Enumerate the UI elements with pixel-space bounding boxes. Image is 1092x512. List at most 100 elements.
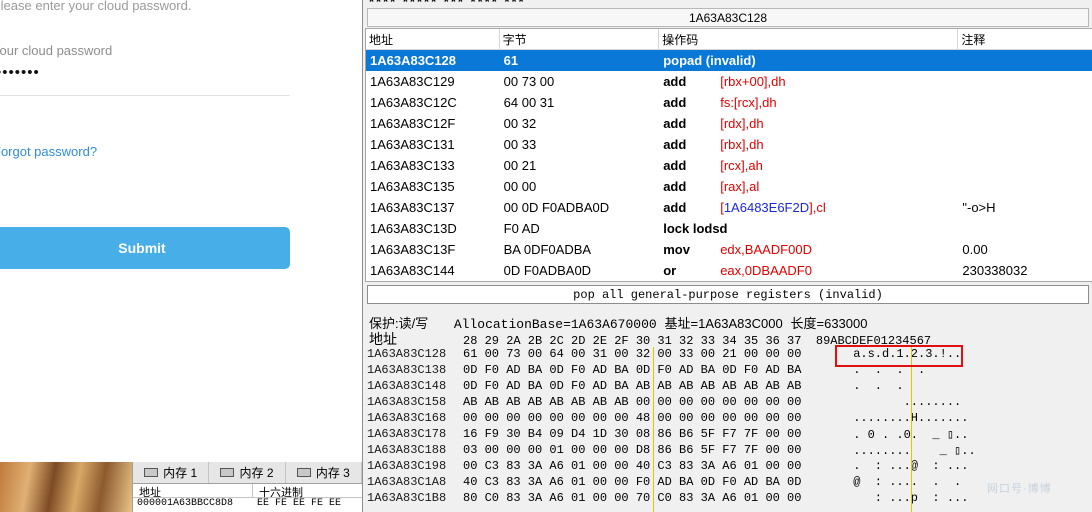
disasm-comment: 0.00 [962, 242, 988, 257]
dump-row[interactable]: 1A63A83C168 00 00 00 00 00 00 00 00 48 00… [367, 411, 996, 427]
disasm-bytes: 00 0D F0ADBA0D [503, 200, 610, 215]
disasm-mnemonic: add [663, 137, 687, 152]
dump-ascii: : ...p : ... [846, 491, 969, 505]
password-hint: Please enter your cloud password. [0, 0, 192, 13]
disasm-mnemonic: mov [663, 242, 690, 257]
memory-dump-rows: 1A63A83C128 61 00 73 00 64 00 31 00 32 00… [367, 347, 996, 507]
disasm-instruction: add [1A6483E6F2D],cl [663, 200, 826, 215]
disasm-mnemonic: add [663, 179, 687, 194]
dump-hex: 61 00 73 00 64 00 31 00 32 00 33 00 21 0… [463, 347, 802, 361]
password-field-label: Your cloud password [0, 43, 113, 58]
dump-address: 1A63A83C128 [367, 347, 447, 361]
memory-icon [220, 468, 235, 477]
dump-hex: 16 F9 30 B4 09 D4 1D 30 08 86 B6 5F F7 7… [463, 427, 802, 441]
dump-address: 1A63A83C1B8 [367, 491, 447, 505]
disasm-bytes: 64 00 31 [503, 95, 555, 110]
disasm-comment: 230338032 [962, 263, 1028, 278]
dump-ascii: . . . [846, 379, 904, 393]
disasm-bytes: 00 32 [503, 116, 537, 131]
dump-row[interactable]: 1A63A83C1B8 80 C0 83 3A A6 01 00 00 70 C0… [367, 491, 996, 507]
tab-memory-3[interactable]: 内存 3 [286, 462, 362, 483]
dump-row[interactable]: 1A63A83C178 16 F9 30 B4 09 D4 1D 30 08 86… [367, 427, 996, 443]
memory-dump-row[interactable]: 000001A63BBCC8D8 EE FE EE FE EE [133, 498, 362, 512]
disasm-mnemonic: add [663, 200, 687, 215]
disasm-row[interactable]: 1A63A83C137 00 0D F0ADBA0D add [1A6483E6F2D… [366, 197, 1092, 218]
column-divider [911, 347, 912, 512]
disasm-bytes: 00 21 [503, 158, 537, 173]
dump-address: 1A63A83C198 [367, 459, 447, 473]
disassembly-header: 地址 字节 操作码 注释 [366, 29, 1092, 50]
dump-address: 1A63A83C188 [367, 443, 447, 457]
column-divider [653, 347, 654, 512]
disasm-row[interactable]: 1A63A83C12F 00 32 add [rdx],dh [366, 113, 1092, 134]
disasm-address: 1A63A83C131 [370, 137, 455, 152]
disasm-instruction: popad (invalid) [659, 53, 958, 68]
password-underline [0, 95, 290, 96]
disasm-address: 1A63A83C135 [370, 179, 455, 194]
forgot-password-link[interactable]: Forgot password? [0, 144, 97, 159]
disasm-mnemonic: add [663, 116, 687, 131]
dump-hex: 00 00 00 00 00 00 00 00 48 00 00 00 00 0… [463, 411, 802, 425]
column-address: 地址 [366, 29, 500, 49]
disasm-row[interactable]: 1A63A83C13D F0 AD lock lodsd [366, 218, 1092, 239]
disasm-instruction: add [rbx],dh [663, 137, 764, 152]
disasm-row[interactable]: 1A63A83C135 00 00 add [rax],al [366, 176, 1092, 197]
disasm-address: 1A63A83C133 [370, 158, 455, 173]
disasm-row[interactable]: 1A63A83C128 61 popad (invalid) [366, 50, 1092, 71]
disasm-mnemonic: add [663, 95, 687, 110]
dump-address: 1A63A83C158 [367, 395, 447, 409]
disasm-row[interactable]: 1A63A83C13F BA 0DF0ADBA mov edx,BAADF00D 0.0… [366, 239, 1092, 260]
disasm-bytes: 0D F0ADBA0D [503, 263, 592, 278]
disasm-comment: "-o>H [962, 200, 996, 215]
disassembly-view[interactable]: 地址 字节 操作码 注释 1A63A83C128 61 popad (invalid… [365, 28, 1092, 282]
tab-memory-1[interactable]: 内存 1 [133, 462, 210, 483]
disasm-instruction: add [rbx+00],dh [663, 74, 786, 89]
disasm-row[interactable]: 1A63A83C133 00 21 add [rcx],ah [366, 155, 1092, 176]
disasm-address: 1A63A83C12C [370, 95, 457, 110]
dump-hex: AB AB AB AB AB AB AB AB 00 00 00 00 00 0… [463, 395, 802, 409]
disasm-row[interactable]: 1A63A83C12C 64 00 31 add fs:[rcx],dh [366, 92, 1092, 113]
disasm-mnemonic: add [663, 74, 687, 89]
password-input[interactable]: ••••••• [0, 64, 40, 81]
dump-row[interactable]: 1A63A83C158 AB AB AB AB AB AB AB AB 00 00… [367, 395, 996, 411]
disasm-row[interactable]: 1A63A83C131 00 33 add [rbx],dh [366, 134, 1092, 155]
disasm-instruction: add [rdx],dh [663, 116, 764, 131]
dump-address: 1A63A83C168 [367, 411, 447, 425]
disasm-row[interactable]: 1A63A83C144 0D F0ADBA0D or eax,0DBAADF0 2303… [366, 260, 1092, 281]
tab-memory-2[interactable]: 内存 2 [209, 462, 286, 483]
memory-icon [144, 468, 159, 477]
dump-address: 1A63A83C1A8 [367, 475, 447, 489]
column-hex: 十六进制 [259, 487, 303, 499]
dump-ascii: ........ _ ▯.. [853, 444, 976, 458]
disasm-address: 1A63A83C144 [370, 263, 455, 278]
memory-tabs: 内存 1 内存 2 内存 3 [133, 462, 362, 484]
disasm-instruction: add fs:[rcx],dh [663, 95, 777, 110]
column-address: 地址 [133, 484, 253, 499]
submit-button[interactable]: Submit [0, 227, 290, 269]
memory-dump-view[interactable]: 保护:读/写 AllocationBase=1A63A670000 基址=1A6… [365, 310, 1092, 512]
disasm-row[interactable]: 1A63A83C129 00 73 00 add [rbx+00],dh [366, 71, 1092, 92]
disasm-instruction: mov edx,BAADF00D [663, 242, 812, 257]
disasm-bytes: 00 73 00 [503, 74, 555, 89]
column-comment: 注释 [961, 32, 986, 47]
disasm-instruction: add [rax],al [663, 179, 760, 194]
dump-row[interactable]: 1A63A83C148 0D F0 AD BA 0D F0 AD BA AB AB… [367, 379, 996, 395]
memory-dump-header: 地址 十六进制 [133, 484, 362, 499]
background-photo [0, 462, 132, 512]
login-panel: Please enter your cloud password. Your c… [0, 0, 362, 462]
dump-row[interactable]: 1A63A83C1A8 40 C3 83 3A A6 01 00 00 F0 AD… [367, 475, 996, 491]
disasm-mnemonic: popad (invalid) [663, 53, 756, 68]
disasm-mnemonic: add [663, 158, 687, 173]
dump-hex: 40 C3 83 3A A6 01 00 00 F0 AD BA 0D F0 A… [463, 475, 802, 489]
disasm-instruction: add [rcx],ah [663, 158, 763, 173]
dump-hex: 0D F0 AD BA 0D F0 AD BA AB AB AB AB AB A… [463, 379, 802, 393]
dump-row[interactable]: 1A63A83C188 03 00 00 00 01 00 00 00 D8 86… [367, 443, 996, 459]
dump-address: 1A63A83C148 [367, 379, 447, 393]
disasm-instruction: lock lodsd [659, 221, 958, 236]
dump-row[interactable]: 1A63A83C198 00 C3 83 3A A6 01 00 00 40 C3… [367, 459, 996, 475]
disasm-address: 1A63A83C12F [370, 116, 456, 131]
disasm-bytes: BA 0DF0ADBA [503, 242, 592, 257]
column-opcode: 操作码 [659, 29, 959, 49]
highlight-box [835, 345, 963, 367]
column-bytes: 字节 [500, 29, 660, 49]
